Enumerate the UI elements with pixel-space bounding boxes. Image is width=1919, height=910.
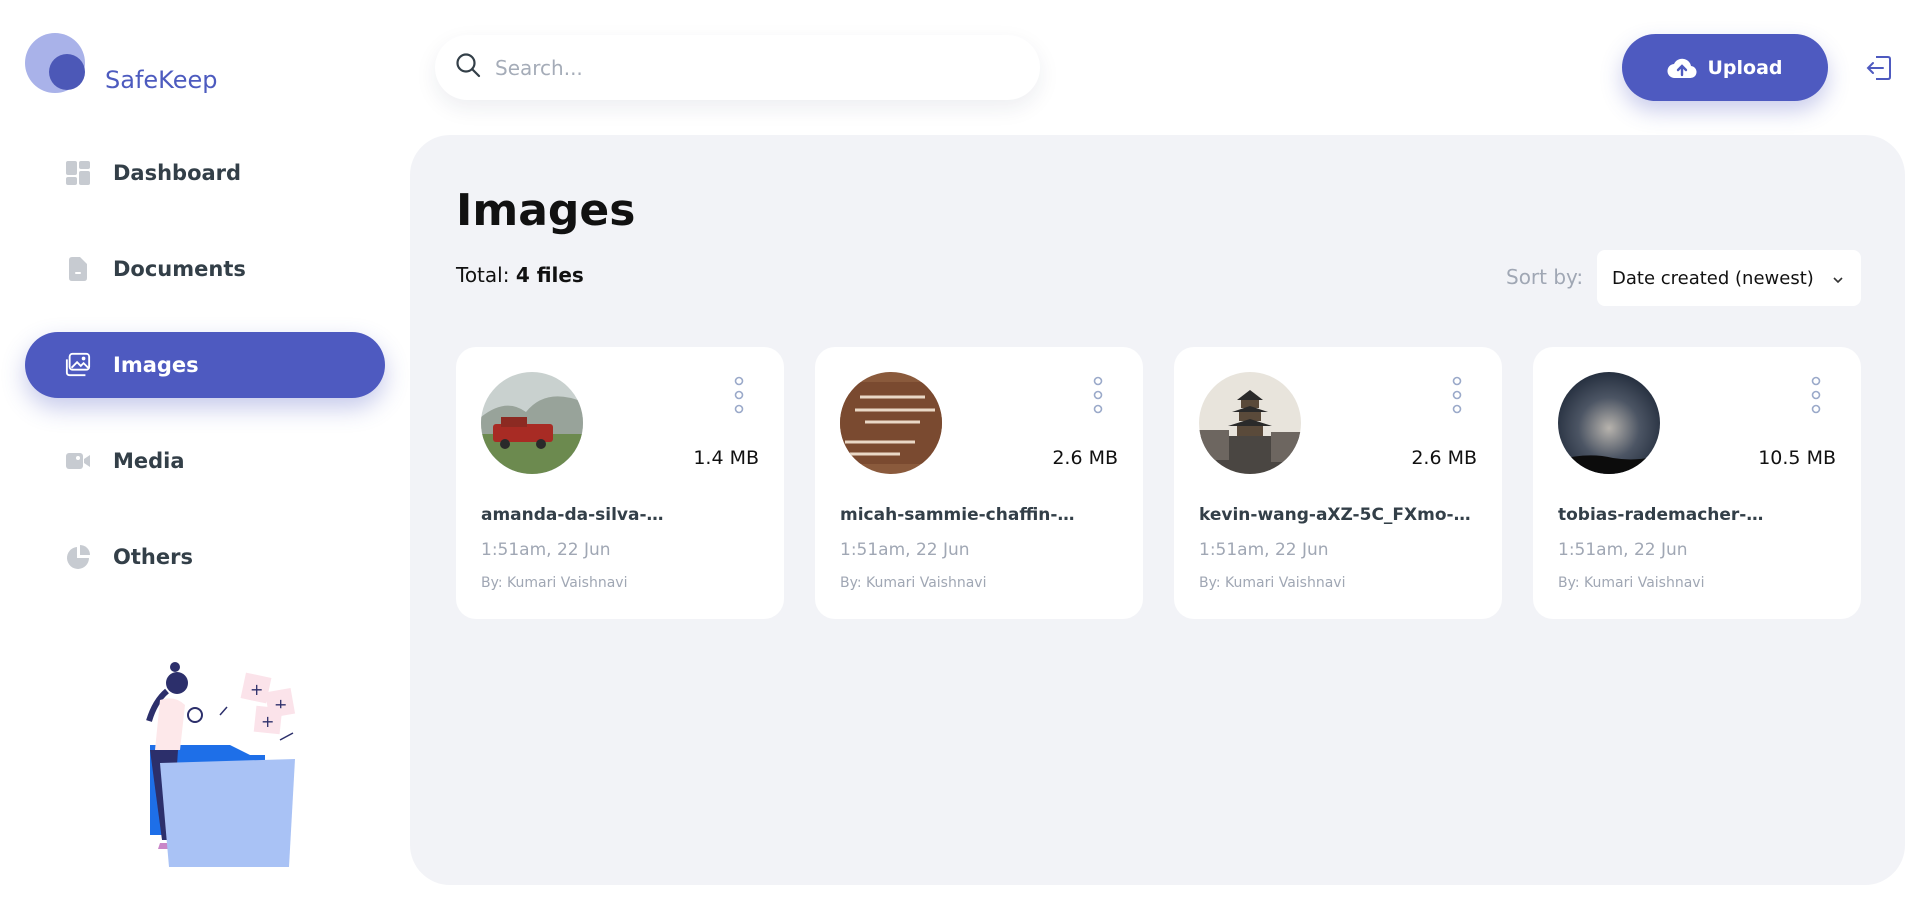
sidebar-item-media[interactable]: Media bbox=[25, 428, 385, 494]
sidebar-item-documents[interactable]: Documents bbox=[25, 236, 385, 302]
sidebar-item-label: Media bbox=[113, 449, 185, 473]
chevron-down-icon bbox=[1831, 271, 1845, 292]
image-thumbnail[interactable] bbox=[840, 372, 942, 474]
file-owner: By: Kumari Vaishnavi bbox=[840, 575, 987, 591]
more-options-icon[interactable] bbox=[1809, 375, 1823, 415]
sidebar-nav: Dashboard Documents Images Media Others bbox=[25, 140, 385, 620]
video-icon bbox=[65, 448, 91, 474]
search-icon bbox=[455, 52, 481, 83]
folder-illustration: + + + bbox=[105, 655, 305, 885]
document-icon bbox=[65, 256, 91, 282]
image-thumbnail[interactable] bbox=[481, 372, 583, 474]
sidebar-item-others[interactable]: Others bbox=[25, 524, 385, 590]
file-name: micah-sammie-chaffin-… bbox=[840, 505, 1075, 525]
file-card[interactable]: 10.5 MB tobias-rademacher-… 1:51am, 22 J… bbox=[1533, 347, 1861, 619]
file-owner: By: Kumari Vaishnavi bbox=[1558, 575, 1705, 591]
file-name: tobias-rademacher-… bbox=[1558, 505, 1764, 525]
sort-dropdown[interactable]: Date created (newest) bbox=[1597, 250, 1861, 306]
file-name: amanda-da-silva-… bbox=[481, 505, 664, 525]
more-options-icon[interactable] bbox=[732, 375, 746, 415]
file-date: 1:51am, 22 Jun bbox=[840, 540, 970, 560]
more-options-icon[interactable] bbox=[1091, 375, 1105, 415]
sidebar-item-images[interactable]: Images bbox=[25, 332, 385, 398]
image-thumbnail[interactable] bbox=[1199, 372, 1301, 474]
main-panel: Images Total: 4 files Sort by: Date crea… bbox=[410, 135, 1905, 885]
total-files: Total: 4 files bbox=[456, 263, 584, 287]
brand-name: SafeKeep bbox=[105, 66, 218, 94]
file-grid: 1.4 MB amanda-da-silva-… 1:51am, 22 Jun … bbox=[456, 347, 1861, 619]
file-date: 1:51am, 22 Jun bbox=[1199, 540, 1329, 560]
total-label: Total: bbox=[456, 263, 510, 287]
svg-text:+: + bbox=[250, 680, 263, 699]
file-size: 1.4 MB bbox=[693, 447, 759, 469]
cloud-upload-icon bbox=[1667, 56, 1698, 80]
images-icon bbox=[65, 352, 91, 378]
sort-label: Sort by: bbox=[1506, 265, 1584, 289]
file-card[interactable]: 2.6 MB kevin-wang-aXZ-5C_FXmo-… 1:51am, … bbox=[1174, 347, 1502, 619]
file-card[interactable]: 1.4 MB amanda-da-silva-… 1:51am, 22 Jun … bbox=[456, 347, 784, 619]
page-title: Images bbox=[456, 185, 636, 236]
file-size: 2.6 MB bbox=[1052, 447, 1118, 469]
file-date: 1:51am, 22 Jun bbox=[481, 540, 611, 560]
file-date: 1:51am, 22 Jun bbox=[1558, 540, 1688, 560]
logout-icon[interactable] bbox=[1865, 54, 1893, 82]
sort-value: Date created (newest) bbox=[1612, 267, 1814, 289]
dashboard-icon bbox=[65, 160, 91, 186]
total-value: 4 files bbox=[515, 263, 584, 287]
upload-label: Upload bbox=[1707, 56, 1783, 79]
pie-chart-icon bbox=[65, 544, 91, 570]
more-options-icon[interactable] bbox=[1450, 375, 1464, 415]
file-size: 10.5 MB bbox=[1758, 447, 1836, 469]
sidebar-item-label: Others bbox=[113, 545, 193, 569]
file-owner: By: Kumari Vaishnavi bbox=[481, 575, 628, 591]
search-bar[interactable] bbox=[435, 35, 1040, 100]
upload-button[interactable]: Upload bbox=[1622, 34, 1828, 101]
svg-text:+: + bbox=[261, 712, 274, 731]
sidebar-item-label: Images bbox=[113, 353, 199, 377]
file-owner: By: Kumari Vaishnavi bbox=[1199, 575, 1346, 591]
file-name: kevin-wang-aXZ-5C_FXmo-… bbox=[1199, 505, 1471, 525]
file-size: 2.6 MB bbox=[1411, 447, 1477, 469]
search-input[interactable] bbox=[495, 55, 1015, 80]
sidebar-item-label: Documents bbox=[113, 257, 246, 281]
image-thumbnail[interactable] bbox=[1558, 372, 1660, 474]
sidebar-item-dashboard[interactable]: Dashboard bbox=[25, 140, 385, 206]
sidebar-item-label: Dashboard bbox=[113, 161, 242, 185]
file-card[interactable]: 2.6 MB micah-sammie-chaffin-… 1:51am, 22… bbox=[815, 347, 1143, 619]
logo bbox=[25, 33, 85, 93]
